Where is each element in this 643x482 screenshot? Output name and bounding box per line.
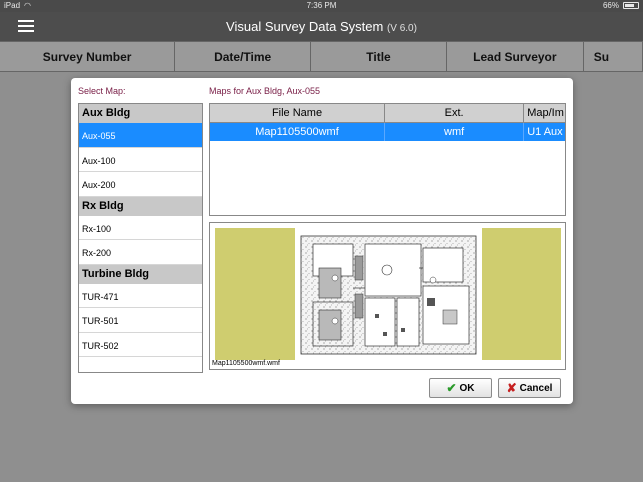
battery-icon: [623, 2, 639, 9]
ok-button[interactable]: ✔ OK: [429, 378, 492, 398]
file-name-header[interactable]: File Name: [210, 104, 385, 122]
status-bar: iPad ◠ 7:36 PM 66%: [0, 0, 643, 12]
map-preview: Map1105500wmf.wmf: [209, 222, 566, 370]
list-item-tur-501[interactable]: TUR-501: [79, 308, 202, 333]
check-icon: ✔: [446, 381, 457, 395]
cancel-label: Cancel: [519, 382, 553, 394]
map-location-list[interactable]: Aux Bldg Aux-055 Aux-100 Aux-200 Rx Bldg…: [78, 103, 203, 373]
file-name-cell: Map1105500wmf: [210, 123, 385, 141]
app-header: Visual Survey Data System (V 6.0): [0, 12, 643, 41]
list-item-rx-200[interactable]: Rx-200: [79, 240, 202, 265]
select-map-dialog: Select Map: Maps for Aux Bldg, Aux-055 A…: [71, 78, 573, 404]
list-item-aux-100[interactable]: Aux-100: [79, 148, 202, 172]
maps-for-label: Maps for Aux Bldg, Aux-055: [209, 86, 321, 96]
app-title: Visual Survey Data System (V 6.0): [0, 19, 643, 34]
list-item-tur-502[interactable]: TUR-502: [79, 333, 202, 357]
list-item-rx-100[interactable]: Rx-100: [79, 216, 202, 240]
status-time: 7:36 PM: [306, 1, 337, 10]
group-header-aux-bldg: Aux Bldg: [79, 104, 202, 123]
floor-plan-image: [215, 228, 561, 360]
file-table-header: File Name Ext. Map/Im: [210, 104, 565, 123]
table-row[interactable]: Map1105500wmf wmf U1 Aux: [210, 123, 565, 141]
survey-table-header: Survey Number Date/Time Title Lead Surve…: [0, 41, 643, 72]
group-header-rx-bldg: Rx Bldg: [79, 196, 202, 216]
map-file-table: File Name Ext. Map/Im Map1105500wmf wmf …: [209, 103, 566, 216]
close-icon: ✘: [506, 381, 517, 395]
list-item-aux-055[interactable]: Aux-055: [79, 123, 202, 148]
list-item-aux-200[interactable]: Aux-200: [79, 172, 202, 197]
battery-percent: 66%: [602, 1, 619, 10]
group-header-turbine-bldg: Turbine Bldg: [79, 264, 202, 284]
ok-label: OK: [459, 382, 475, 394]
map-image-header[interactable]: Map/Im: [524, 104, 565, 122]
preview-caption: Map1105500wmf.wmf: [212, 360, 280, 367]
ext-header[interactable]: Ext.: [385, 104, 525, 122]
app-version: (V 6.0): [386, 23, 417, 34]
column-date-time[interactable]: Date/Time: [175, 42, 312, 71]
column-title[interactable]: Title: [311, 42, 447, 71]
column-lead-surveyor[interactable]: Lead Surveyor: [447, 42, 584, 71]
map-image-cell: U1 Aux: [527, 126, 563, 138]
column-survey-number[interactable]: Survey Number: [0, 42, 176, 71]
ext-cell: wmf: [385, 123, 525, 141]
list-item-tur-471[interactable]: TUR-471: [79, 284, 202, 308]
column-su-truncated[interactable]: Su: [584, 42, 643, 71]
select-map-label: Select Map:: [78, 86, 126, 96]
cancel-button[interactable]: ✘ Cancel: [498, 378, 561, 398]
app-title-text: Visual Survey Data System: [226, 19, 384, 34]
